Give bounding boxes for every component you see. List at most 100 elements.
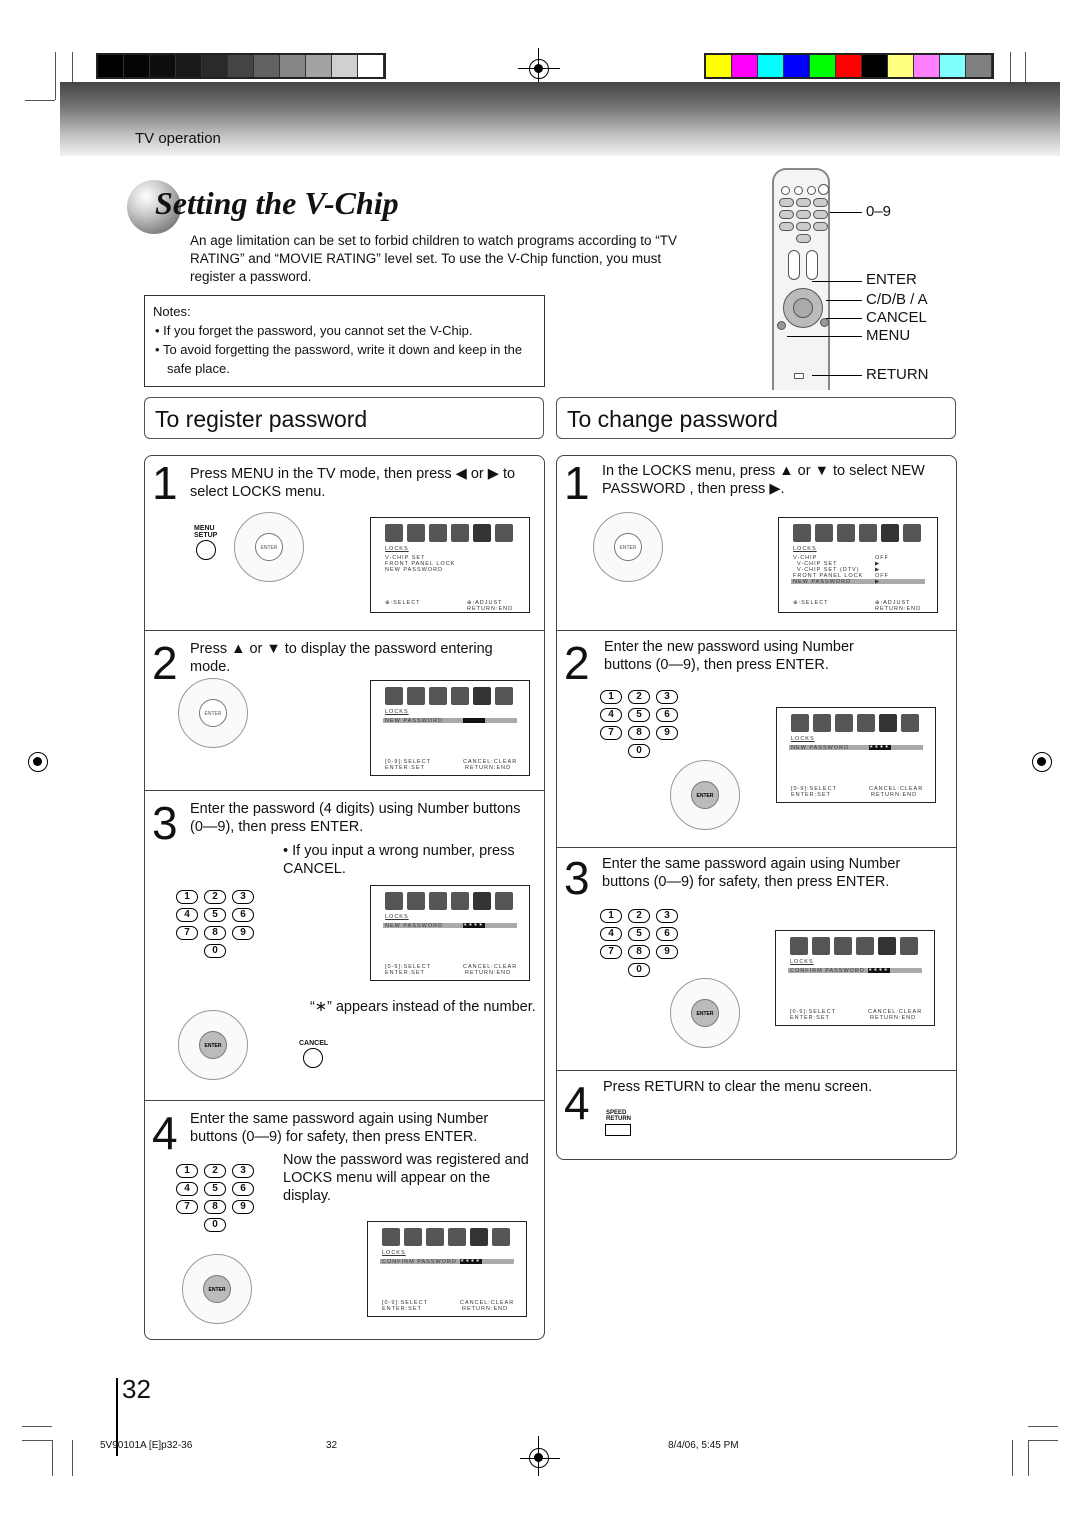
tv-screen-locks-full-menu: LOCKS V-CHIP OFF V-CHIP SET ▶ V-CHIP SET… (778, 517, 938, 613)
footer-page: 32 (326, 1440, 338, 1451)
remote-label-enter: ENTER (866, 271, 917, 288)
step-text: Press ▲ or ▼ to display the password ent… (190, 641, 493, 675)
number-button-0: 0 (204, 944, 226, 958)
number-button-0: 0 (628, 744, 650, 758)
page-number: 32 (122, 1374, 151, 1404)
color-swatch (836, 55, 862, 77)
color-swatch (150, 55, 176, 77)
number-button-0: 0 (628, 963, 650, 977)
tv-screen-new-password-entered: LOCKS NEW PASSWORD ∗∗∗∗ [0-9]:SELECT ENT… (370, 885, 530, 981)
color-swatch (940, 55, 966, 77)
grayscale-swatches (96, 53, 386, 79)
change-heading: To change password (556, 397, 956, 439)
color-swatch (98, 55, 124, 77)
intro-text: An age limitation can be set to forbid c… (190, 233, 677, 284)
number-button-5: 5 (204, 1182, 226, 1196)
number-button-0: 0 (204, 1218, 226, 1232)
asterisk-note: “∗” appears instead of the number. (310, 999, 536, 1015)
number-button-6: 6 (232, 908, 254, 922)
cancel-label: CANCEL (299, 1040, 329, 1047)
return-button-icon (605, 1124, 631, 1136)
color-swatch (228, 55, 254, 77)
step-text: Enter the new password using Number butt… (604, 639, 854, 673)
note-item: • To avoid forgetting the password, writ… (155, 342, 523, 376)
color-swatch (966, 55, 992, 77)
speed-return-label: SPEED RETURN (606, 1110, 631, 1122)
registration-mark-icon (529, 59, 549, 79)
step-text: Enter the same password again using Numb… (602, 856, 901, 890)
color-swatch (758, 55, 784, 77)
note-item: • If you forget the password, you cannot… (155, 323, 473, 338)
color-swatch (124, 55, 150, 77)
number-buttons-icon: 123 456 7890 (600, 909, 678, 977)
dpad-icon: ENTER (178, 1010, 248, 1080)
number-button-4: 4 (176, 1182, 198, 1196)
number-button-8: 8 (628, 945, 650, 959)
step-text: Enter the password (4 digits) using Numb… (190, 801, 521, 835)
number-button-6: 6 (656, 708, 678, 722)
tv-screen-new-password: LOCKS NEW PASSWORD [0-9]:SELECT ENTER:SE… (370, 680, 530, 776)
registration-mark-icon (28, 752, 48, 772)
number-button-8: 8 (628, 726, 650, 740)
register-heading: To register password (144, 397, 544, 439)
number-buttons-icon: 123 456 7890 (176, 1164, 254, 1232)
number-button-7: 7 (176, 926, 198, 940)
color-swatch (306, 55, 332, 77)
step-text: Press RETURN to clear the menu screen. (603, 1079, 873, 1095)
number-buttons-icon: 123 456 7890 (176, 890, 254, 958)
color-swatch (358, 55, 384, 77)
number-button-9: 9 (232, 1200, 254, 1214)
tv-screen-new-password-entered: LOCKS NEW PASSWORD ∗∗∗∗ [0-9]:SELECT ENT… (776, 707, 936, 803)
step-text: In the LOCKS menu, press ▲ or ▼ to selec… (602, 463, 925, 497)
number-button-2: 2 (204, 1164, 226, 1178)
number-button-5: 5 (204, 908, 226, 922)
dpad-icon: ENTER (182, 1254, 252, 1324)
step-bullet: • If you input a wrong number, press CAN… (283, 843, 515, 877)
notes-box: Notes: • If you forget the password, you… (144, 295, 545, 387)
color-swatches (704, 53, 994, 79)
step-number: 1 (152, 457, 178, 509)
dpad-icon: ENTER (234, 512, 304, 582)
footer-file: 5V90101A [E]p32-36 (100, 1440, 193, 1451)
remote-control-illustration (772, 168, 830, 390)
step-number: 1 (564, 457, 590, 509)
tv-screen-confirm-password: LOCKS CONFIRM PASSWORD ∗∗∗∗ [0-9]:SELECT… (775, 930, 935, 1026)
step-number: 2 (152, 637, 178, 689)
step-number: 3 (564, 852, 590, 904)
number-button-1: 1 (176, 1164, 198, 1178)
menu-button-icon (196, 540, 216, 560)
color-swatch (810, 55, 836, 77)
remote-label-digits: 0–9 (866, 203, 892, 220)
dpad-icon: ENTER (670, 978, 740, 1048)
number-button-9: 9 (656, 945, 678, 959)
tv-screen-confirm-password: LOCKS CONFIRM PASSWORD ∗∗∗∗ [0-9]:SELECT… (367, 1221, 527, 1317)
section-label: TV operation (135, 130, 221, 147)
step-text: Press MENU in the TV mode, then press ◀ … (190, 466, 516, 500)
remote-label-arrows: C/D/B / A (866, 291, 928, 308)
page-title: Setting the V-Chip (155, 185, 399, 221)
color-swatch (202, 55, 228, 77)
number-button-3: 3 (656, 909, 678, 923)
number-button-4: 4 (600, 927, 622, 941)
color-swatch (862, 55, 888, 77)
number-button-1: 1 (176, 890, 198, 904)
color-swatch (888, 55, 914, 77)
dpad-icon: ENTER (178, 678, 248, 748)
color-swatch (784, 55, 810, 77)
color-swatch (332, 55, 358, 77)
cancel-button-icon (303, 1048, 323, 1068)
number-button-9: 9 (232, 926, 254, 940)
step-number: 3 (152, 797, 178, 849)
number-button-2: 2 (204, 890, 226, 904)
number-button-7: 7 (600, 945, 622, 959)
remote-label-menu: MENU (866, 327, 911, 344)
remote-label-cancel: CANCEL (866, 309, 927, 326)
footer-date: 8/4/06, 5:45 PM (668, 1440, 739, 1451)
color-swatch (176, 55, 202, 77)
registration-mark-icon (1032, 752, 1052, 772)
number-button-6: 6 (656, 927, 678, 941)
tv-screen-locks-menu: LOCKS V-CHIP SET FRONT PANEL LOCK NEW PA… (370, 517, 530, 613)
dpad-icon: ENTER (670, 760, 740, 830)
color-swatch (280, 55, 306, 77)
registered-note: Now the password was registered and LOCK… (283, 1152, 529, 1204)
